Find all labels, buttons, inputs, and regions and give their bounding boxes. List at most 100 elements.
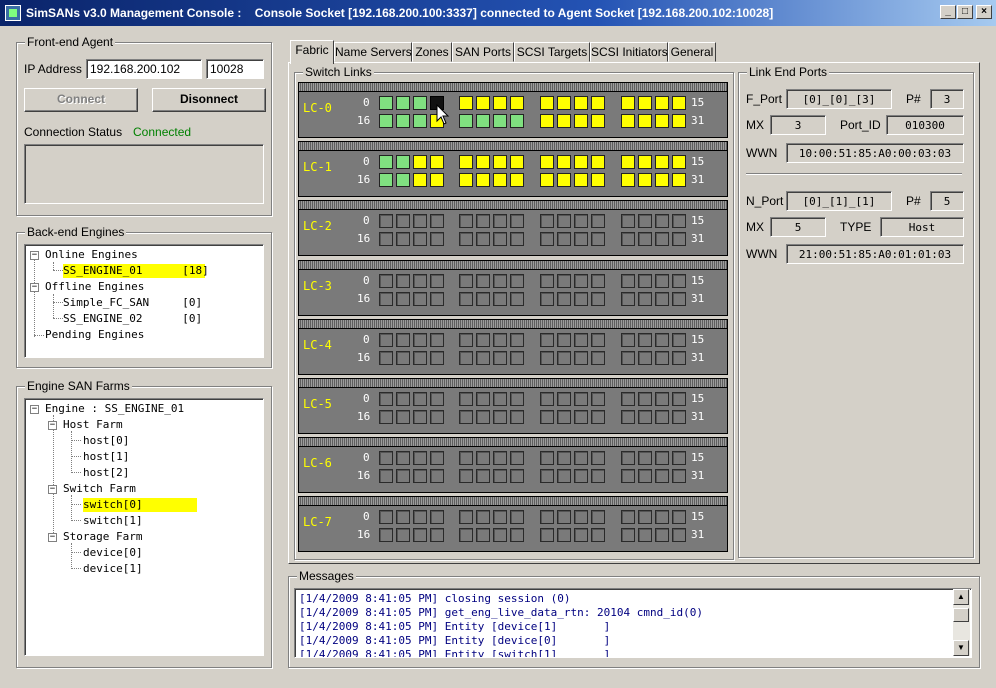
switch-port[interactable]: [655, 173, 669, 188]
switch-port[interactable]: [510, 332, 524, 347]
switch-port[interactable]: [476, 332, 490, 347]
switch-port[interactable]: [510, 273, 524, 288]
switch-port[interactable]: [655, 528, 669, 543]
switch-port[interactable]: [413, 469, 427, 484]
tab-san-ports[interactable]: SAN Ports: [452, 42, 514, 62]
switch-port[interactable]: [379, 510, 393, 525]
tree-item-simple-fc-san[interactable]: Simple_FC_SAN [0]: [63, 296, 202, 310]
switch-port[interactable]: [574, 469, 588, 484]
tree-item-ss-engine-02[interactable]: SS_ENGINE_02 [0]: [63, 312, 202, 326]
tree-item-online-engines[interactable]: Online Engines: [45, 248, 138, 262]
switch-port[interactable]: [379, 451, 393, 466]
switch-port[interactable]: [459, 291, 473, 306]
switch-port[interactable]: [655, 114, 669, 128]
switch-port[interactable]: [574, 214, 588, 229]
switch-port[interactable]: [574, 528, 588, 543]
switch-port[interactable]: [413, 332, 427, 347]
switch-port[interactable]: [591, 291, 605, 306]
switch-port[interactable]: [379, 469, 393, 484]
switch-port[interactable]: [413, 392, 427, 406]
switch-port[interactable]: [621, 510, 635, 525]
switch-port[interactable]: [591, 214, 605, 229]
switch-port[interactable]: [510, 469, 524, 484]
switch-port[interactable]: [510, 214, 524, 229]
switch-port[interactable]: [476, 214, 490, 229]
switch-port[interactable]: [591, 155, 605, 170]
switch-port[interactable]: [396, 410, 410, 424]
switch-port[interactable]: [672, 410, 686, 424]
switch-port[interactable]: [621, 173, 635, 188]
tab-scsi-initiators[interactable]: SCSI Initiators: [590, 42, 668, 62]
switch-port[interactable]: [672, 155, 686, 170]
switch-port[interactable]: [493, 173, 507, 188]
switch-port[interactable]: [413, 155, 427, 170]
switch-port[interactable]: [672, 528, 686, 543]
switch-port[interactable]: [430, 392, 444, 406]
switch-port[interactable]: [413, 173, 427, 188]
switch-port[interactable]: [510, 291, 524, 306]
switch-port[interactable]: [379, 291, 393, 306]
switch-port[interactable]: [557, 214, 571, 229]
switch-port[interactable]: [493, 332, 507, 347]
switch-port[interactable]: [574, 291, 588, 306]
switch-port[interactable]: [430, 155, 444, 170]
switch-port[interactable]: [396, 173, 410, 188]
switch-port[interactable]: [430, 232, 444, 247]
tab-general[interactable]: General: [668, 42, 716, 62]
switch-port[interactable]: [621, 291, 635, 306]
switch-port[interactable]: [413, 291, 427, 306]
switch-port[interactable]: [413, 410, 427, 424]
switch-port[interactable]: [379, 114, 393, 128]
switch-port[interactable]: [672, 469, 686, 484]
switch-port[interactable]: [413, 114, 427, 128]
port-input[interactable]: 10028: [206, 59, 264, 79]
switch-port[interactable]: [413, 350, 427, 365]
switch-port[interactable]: [459, 332, 473, 347]
switch-port[interactable]: [476, 392, 490, 406]
switch-port[interactable]: [540, 410, 554, 424]
switch-port[interactable]: [574, 410, 588, 424]
switch-port[interactable]: [557, 350, 571, 365]
switch-port[interactable]: [430, 350, 444, 365]
switch-port[interactable]: [557, 273, 571, 288]
switch-port[interactable]: [655, 273, 669, 288]
switch-port[interactable]: [591, 350, 605, 365]
switch-port[interactable]: [591, 173, 605, 188]
tree-item-storage-farm[interactable]: Storage Farm: [63, 530, 142, 544]
switch-port[interactable]: [621, 332, 635, 347]
tree-item-host-farm[interactable]: Host Farm: [63, 418, 123, 432]
switch-port[interactable]: [476, 291, 490, 306]
scroll-thumb[interactable]: [953, 608, 969, 622]
switch-port[interactable]: [510, 350, 524, 365]
maximize-button[interactable]: □: [957, 5, 973, 19]
scroll-down-icon[interactable]: ▼: [953, 640, 969, 656]
switch-port[interactable]: [672, 232, 686, 247]
scroll-up-icon[interactable]: ▲: [953, 589, 969, 605]
switch-port[interactable]: [655, 214, 669, 229]
switch-port[interactable]: [430, 510, 444, 525]
switch-port[interactable]: [459, 232, 473, 247]
switch-port[interactable]: [493, 273, 507, 288]
switch-port[interactable]: [396, 291, 410, 306]
switch-port[interactable]: [591, 469, 605, 484]
switch-port[interactable]: [379, 232, 393, 247]
expand-toggle-engine[interactable]: −: [30, 405, 39, 414]
messages-scrollbar[interactable]: ▲ ▼: [953, 589, 970, 656]
switch-port[interactable]: [638, 469, 652, 484]
switch-port[interactable]: [672, 173, 686, 188]
switch-port[interactable]: [655, 155, 669, 170]
tree-item-switch-farm[interactable]: Switch Farm: [63, 482, 136, 496]
switch-port[interactable]: [591, 392, 605, 406]
switch-port[interactable]: [396, 114, 410, 128]
switch-port[interactable]: [655, 451, 669, 466]
switch-port[interactable]: [493, 155, 507, 170]
switch-port[interactable]: [655, 232, 669, 247]
switch-port[interactable]: [621, 350, 635, 365]
switch-port[interactable]: [621, 392, 635, 406]
switch-port[interactable]: [476, 173, 490, 188]
switch-port[interactable]: [574, 114, 588, 128]
switch-port[interactable]: [638, 232, 652, 247]
switch-port[interactable]: [557, 392, 571, 406]
switch-port[interactable]: [413, 528, 427, 543]
connect-button[interactable]: Connect: [24, 88, 138, 112]
